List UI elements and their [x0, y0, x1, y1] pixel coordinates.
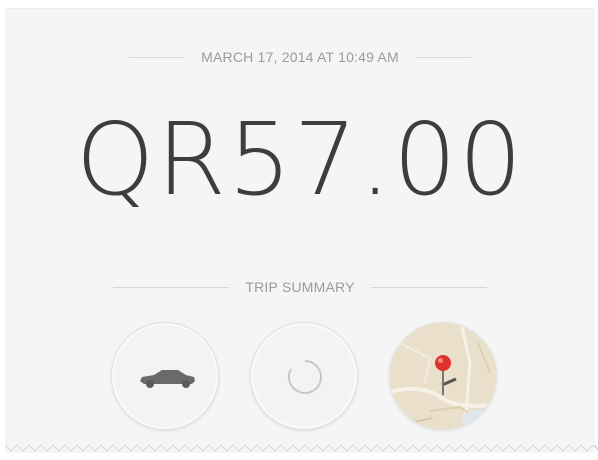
- trip-timestamp: MARCH 17, 2014 AT 10:49 AM: [201, 49, 399, 65]
- receipt-card: MARCH 17, 2014 AT 10:49 AM QR57.00 TRIP …: [5, 8, 595, 453]
- vehicle-type-button[interactable]: [111, 322, 219, 430]
- driver-photo-button[interactable]: [250, 322, 358, 430]
- map-pin-icon: [435, 355, 451, 395]
- car-icon: [140, 370, 195, 388]
- timestamp-row: MARCH 17, 2014 AT 10:49 AM: [5, 47, 595, 67]
- divider-line-left: [113, 286, 230, 288]
- route-map-button[interactable]: [389, 322, 497, 430]
- fare-amount: QR57.00: [75, 101, 525, 218]
- trip-summary-label: TRIP SUMMARY: [245, 279, 355, 295]
- loading-spinner-icon: [288, 360, 322, 394]
- divider-line-right: [370, 286, 487, 288]
- divider-line-left: [129, 56, 186, 58]
- trip-summary-heading: TRIP SUMMARY: [5, 277, 595, 297]
- receipt-torn-edge: [4, 445, 598, 452]
- divider-line-right: [414, 56, 471, 58]
